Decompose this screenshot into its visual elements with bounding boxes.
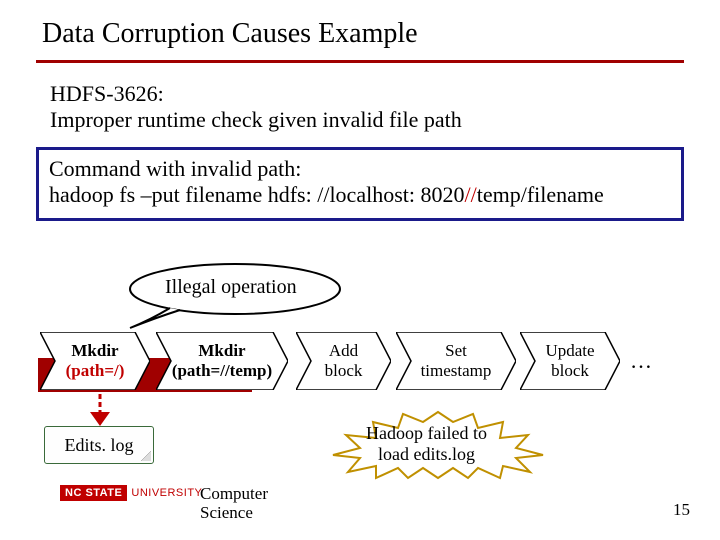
slide-title: Data Corruption Causes Example: [0, 0, 720, 60]
step-label-5a: Update: [545, 341, 594, 361]
command-prefix: hadoop fs –put filename hdfs: //localhos…: [49, 182, 465, 207]
failure-line-1: Hadoop failed to: [366, 423, 487, 444]
command-suffix: temp/filename: [477, 182, 604, 207]
failure-line-2: load edits.log: [366, 444, 487, 465]
step-label-3a: Add: [329, 341, 358, 361]
step-add-block: Add block: [296, 332, 391, 390]
edits-log-box: Edits. log: [44, 426, 154, 464]
step-label-5b: block: [551, 361, 589, 381]
dept-line-1: Computer: [200, 485, 268, 504]
step-update-block: Update block: [520, 332, 620, 390]
nc-state-badge: NC STATE: [60, 485, 127, 501]
step-path-2: (path=//temp): [172, 361, 272, 381]
failure-callout: Hadoop failed to load edits.log: [318, 410, 558, 480]
step-label-4b: timestamp: [421, 361, 492, 381]
step-path-1: (path=/): [66, 361, 125, 381]
ellipsis: …: [630, 348, 652, 374]
operation-sequence: Mkdir (path=/) Mkdir (path=//temp) Add b…: [40, 332, 700, 396]
step-label-3b: block: [325, 361, 363, 381]
nc-state-university: UNIVERSITY: [131, 487, 202, 499]
command-emphasis: //: [465, 182, 477, 207]
step-mkdir-temp: Mkdir (path=//temp): [156, 332, 288, 390]
issue-description: Improper runtime check given invalid fil…: [0, 107, 720, 133]
step-set-timestamp: Set timestamp: [396, 332, 516, 390]
down-arrow-icon: [84, 394, 116, 428]
failure-text: Hadoop failed to load edits.log: [366, 423, 487, 464]
command-heading: Command with invalid path:: [49, 156, 671, 182]
command-text: hadoop fs –put filename hdfs: //localhos…: [49, 182, 671, 208]
footer-department: Computer Science: [200, 485, 268, 522]
step-label-2: Mkdir: [198, 341, 245, 361]
issue-id: HDFS-3626:: [0, 63, 720, 107]
illegal-operation-label: Illegal operation: [165, 276, 297, 299]
footer-logo: NC STATE UNIVERSITY: [60, 485, 202, 501]
page-number: 15: [673, 500, 690, 520]
illegal-operation-callout: Illegal operation: [120, 260, 350, 318]
step-label-1: Mkdir: [71, 341, 118, 361]
command-box: Command with invalid path: hadoop fs –pu…: [36, 147, 684, 221]
step-mkdir-root: Mkdir (path=/): [40, 332, 150, 390]
edits-log-label: Edits. log: [64, 435, 133, 456]
step-label-4a: Set: [445, 341, 467, 361]
dept-line-2: Science: [200, 504, 268, 523]
page-curl-icon: [141, 451, 151, 461]
